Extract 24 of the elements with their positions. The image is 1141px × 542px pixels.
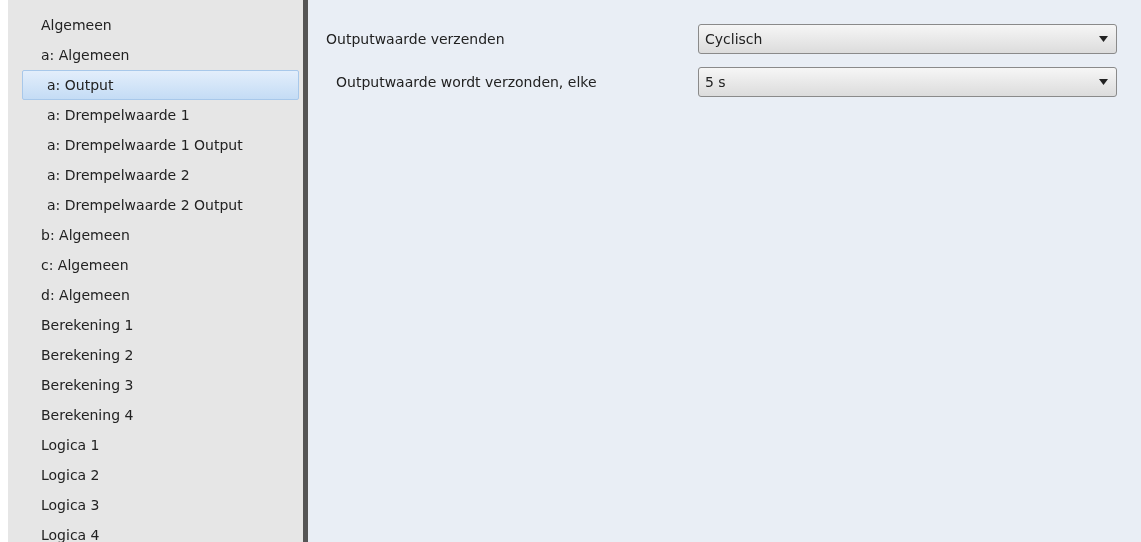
tree-item[interactable]: Logica 2 <box>22 460 299 490</box>
tree-item[interactable]: Logica 4 <box>22 520 299 542</box>
tree-item[interactable]: Berekening 3 <box>22 370 299 400</box>
caret-icon <box>1099 79 1108 85</box>
tree-item[interactable]: a: Output <box>22 70 299 100</box>
tree-item[interactable]: a: Drempelwaarde 2 <box>22 160 299 190</box>
dropdown[interactable]: Cyclisch <box>698 24 1117 54</box>
caret-icon <box>1099 36 1108 42</box>
tree-item[interactable]: d: Algemeen <box>22 280 299 310</box>
parameter-label: Outputwaarde verzenden <box>326 31 506 47</box>
tree-item[interactable]: a: Drempelwaarde 1 <box>22 100 299 130</box>
tree-item[interactable]: c: Algemeen <box>22 250 299 280</box>
tree-item[interactable]: Berekening 4 <box>22 400 299 430</box>
dropdown[interactable]: 5 s <box>698 67 1117 97</box>
parameter-label: Outputwaarde wordt verzonden, elke <box>335 74 598 90</box>
tree-item[interactable]: a: Drempelwaarde 2 Output <box>22 190 299 220</box>
tree-item[interactable]: b: Algemeen <box>22 220 299 250</box>
tree-item[interactable]: Logica 3 <box>22 490 299 520</box>
tree-item[interactable]: Logica 1 <box>22 430 299 460</box>
tree-item[interactable]: Berekening 1 <box>22 310 299 340</box>
tree-item[interactable]: Berekening 2 <box>22 340 299 370</box>
tree-item[interactable]: a: Algemeen <box>22 40 299 70</box>
tree-item[interactable]: Algemeen <box>22 10 299 40</box>
tree-item[interactable]: a: Drempelwaarde 1 Output <box>22 130 299 160</box>
